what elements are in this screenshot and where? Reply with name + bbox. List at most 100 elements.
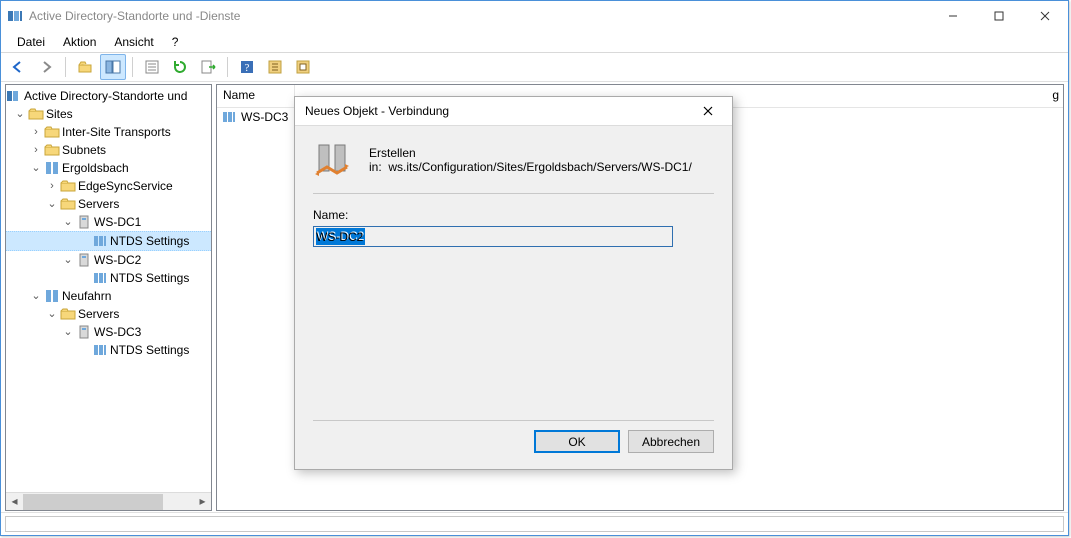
server-icon <box>221 109 237 125</box>
expand-icon[interactable]: › <box>44 177 60 195</box>
create-in-line: Erstellen in: ws.its/Configuration/Sites… <box>369 146 714 174</box>
create-in-path: ws.its/Configuration/Sites/Ergoldsbach/S… <box>388 160 691 174</box>
properties-button[interactable] <box>262 54 288 80</box>
tree-label: Servers <box>78 195 119 213</box>
scroll-left-icon[interactable]: ◂ <box>6 493 23 509</box>
list-row-label: WS-DC3 <box>241 110 288 124</box>
tree-horizontal-scrollbar[interactable]: ◂ ▸ <box>6 492 211 510</box>
menu-datei[interactable]: Datei <box>9 33 53 51</box>
obscured-text: g <box>1052 88 1059 102</box>
close-button[interactable] <box>1022 1 1068 31</box>
tree-item-wsdc1[interactable]: ⌄ WS-DC1 <box>6 213 211 231</box>
tree-label: Servers <box>78 305 119 323</box>
refresh-button[interactable] <box>167 54 193 80</box>
collapse-icon[interactable]: ⌄ <box>28 287 44 305</box>
dialog-titlebar[interactable]: Neues Objekt - Verbindung <box>295 97 732 126</box>
tree: Active Directory-Standorte und ⌄ Sites ›… <box>6 85 211 361</box>
tree-label: Ergoldsbach <box>62 159 129 177</box>
tree-label: Active Directory-Standorte und <box>24 87 187 105</box>
scroll-track[interactable] <box>23 493 194 510</box>
scroll-thumb[interactable] <box>23 494 163 510</box>
tree-item-ergoldsbach[interactable]: ⌄ Ergoldsbach <box>6 159 211 177</box>
dialog-buttons: OK Abbrechen <box>313 422 714 457</box>
statusbar <box>1 512 1068 535</box>
titlebar: Active Directory-Standorte und -Dienste <box>1 1 1068 31</box>
export-list-button[interactable] <box>195 54 221 80</box>
tree-label: NTDS Settings <box>110 232 189 250</box>
folder-icon <box>28 106 44 122</box>
menu-ansicht[interactable]: Ansicht <box>106 33 161 51</box>
tree-item-subnets[interactable]: › Subnets <box>6 141 211 159</box>
properties2-button[interactable] <box>290 54 316 80</box>
server-icon <box>76 252 92 268</box>
collapse-icon[interactable]: ⌄ <box>28 159 44 177</box>
tree-item-servers2[interactable]: ⌄ Servers <box>6 305 211 323</box>
up-level-button[interactable] <box>72 54 98 80</box>
dialog-title: Neues Objekt - Verbindung <box>305 104 449 118</box>
tree-label: NTDS Settings <box>110 341 189 359</box>
collapse-icon[interactable]: ⌄ <box>12 105 28 123</box>
toolbar-separator <box>132 57 133 77</box>
toolbar-separator <box>65 57 66 77</box>
tree-item-sites[interactable]: ⌄ Sites <box>6 105 211 123</box>
tree-label: WS-DC2 <box>94 251 141 269</box>
dialog-close-button[interactable] <box>690 99 726 123</box>
menu-aktion[interactable]: Aktion <box>55 33 104 51</box>
tree-item-servers1[interactable]: ⌄ Servers <box>6 195 211 213</box>
tree-item-wsdc3[interactable]: ⌄ WS-DC3 <box>6 323 211 341</box>
tree-item-edgesync[interactable]: › EdgeSyncService <box>6 177 211 195</box>
svg-text:?: ? <box>245 62 250 74</box>
cancel-button[interactable]: Abbrechen <box>628 430 714 453</box>
delete-button[interactable] <box>139 54 165 80</box>
tree-label: EdgeSyncService <box>78 177 173 195</box>
name-label: Name: <box>313 208 714 222</box>
main-window: Active Directory-Standorte und -Dienste … <box>0 0 1069 536</box>
menu-help[interactable]: ? <box>164 33 187 51</box>
tree-item-ntds3[interactable]: NTDS Settings <box>6 341 211 359</box>
tree-item-neufahrn[interactable]: ⌄ Neufahrn <box>6 287 211 305</box>
tree-item-ntds2[interactable]: NTDS Settings <box>6 269 211 287</box>
show-hide-tree-button[interactable] <box>100 54 126 80</box>
tree-label: Subnets <box>62 141 106 159</box>
collapse-icon[interactable]: ⌄ <box>60 213 76 231</box>
server-icon <box>76 324 92 340</box>
connection-icon <box>313 139 355 181</box>
tree-item-ist[interactable]: › Inter-Site Transports <box>6 123 211 141</box>
help-button[interactable]: ? <box>234 54 260 80</box>
tree-label: NTDS Settings <box>110 269 189 287</box>
tree-root[interactable]: Active Directory-Standorte und <box>6 87 211 105</box>
site-icon <box>44 160 60 176</box>
dialog-body: Erstellen in: ws.its/Configuration/Sites… <box>295 125 732 469</box>
back-button[interactable] <box>5 54 31 80</box>
adsites-icon <box>6 88 22 104</box>
ntds-icon <box>92 342 108 358</box>
collapse-icon[interactable]: ⌄ <box>44 305 60 323</box>
name-input[interactable] <box>313 226 673 247</box>
collapse-icon[interactable]: ⌄ <box>60 323 76 341</box>
tree-label: Neufahrn <box>62 287 111 305</box>
new-object-dialog: Neues Objekt - Verbindung Erstellen <box>294 96 733 470</box>
collapse-icon[interactable]: ⌄ <box>44 195 60 213</box>
folder-icon <box>44 142 60 158</box>
minimize-button[interactable] <box>930 1 976 31</box>
collapse-icon[interactable]: ⌄ <box>60 251 76 269</box>
expand-icon[interactable]: › <box>28 141 44 159</box>
expand-icon[interactable]: › <box>28 123 44 141</box>
ok-button[interactable]: OK <box>534 430 620 453</box>
tree-label: Inter-Site Transports <box>62 123 171 141</box>
scroll-right-icon[interactable]: ▸ <box>194 493 211 509</box>
tree-label: Sites <box>46 105 73 123</box>
ntds-icon <box>92 270 108 286</box>
forward-button[interactable] <box>33 54 59 80</box>
dialog-header: Erstellen in: ws.its/Configuration/Sites… <box>313 139 714 194</box>
list-column-name[interactable]: Name <box>217 85 295 107</box>
server-icon <box>76 214 92 230</box>
tree-item-ntds1[interactable]: NTDS Settings <box>6 231 211 251</box>
site-icon <box>44 288 60 304</box>
tree-item-wsdc2[interactable]: ⌄ WS-DC2 <box>6 251 211 269</box>
tree-label: WS-DC1 <box>94 213 141 231</box>
app-icon <box>7 8 23 24</box>
name-field: Name: WS-DC2 <box>313 208 714 247</box>
ntds-icon <box>92 233 108 249</box>
maximize-button[interactable] <box>976 1 1022 31</box>
